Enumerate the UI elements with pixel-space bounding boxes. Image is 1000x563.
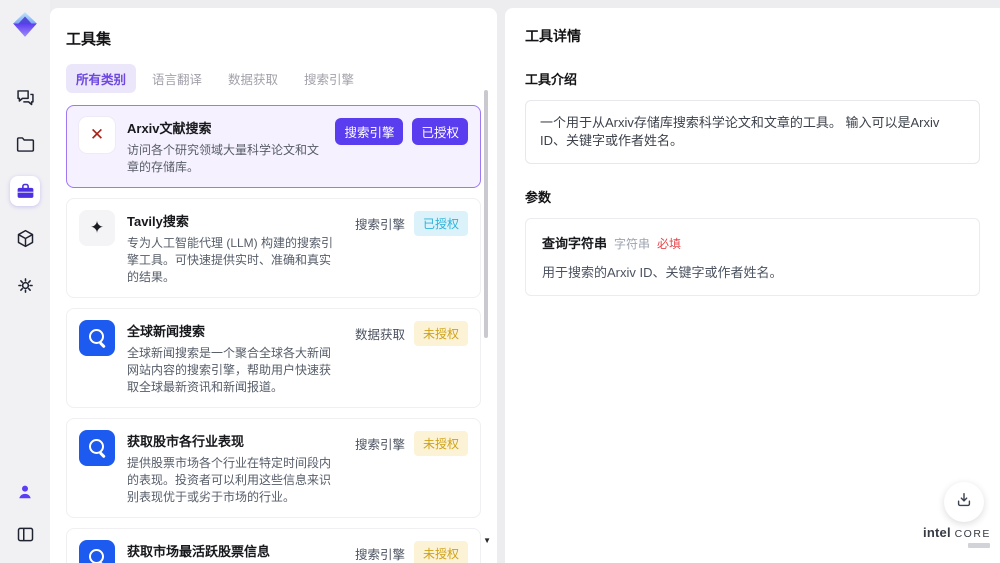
app-logo[interactable] <box>11 10 39 38</box>
chat-icon <box>15 87 36 108</box>
tool-name: 获取股市各行业表现 <box>127 434 245 449</box>
category-tab[interactable]: 数据获取 <box>218 64 288 93</box>
auth-badge: 未授权 <box>413 321 468 346</box>
tool-card[interactable]: 获取股市各行业表现 提供股票市场各个行业在特定时间段内的表现。投资者可以利用这些… <box>66 418 481 518</box>
tool-main: 获取市场最活跃股票信息 提供当天交易量最高的股票列表，投资者可以利用这些信息来识… <box>127 540 343 563</box>
tool-main: Arxiv文献搜索 访问各个研究领域大量科学论文和文章的存储库。 <box>127 117 323 176</box>
tool-badges: 搜索引擎 已授权 <box>335 117 468 145</box>
user-icon <box>15 482 35 502</box>
sidebar-item-profile[interactable] <box>10 477 40 507</box>
scroll-down-icon[interactable]: ▼ <box>483 536 491 545</box>
sidebar-item-settings[interactable] <box>10 270 40 300</box>
page-title: 工具集 <box>66 31 112 48</box>
tool-main: 获取股市各行业表现 提供股票市场各个行业在特定时间段内的表现。投资者可以利用这些… <box>127 430 343 506</box>
tool-icon <box>79 320 115 356</box>
sidebar-item-tools[interactable] <box>10 176 40 206</box>
auth-badge: 已授权 <box>412 118 468 145</box>
params-heading: 参数 <box>525 190 552 205</box>
sidebar-item-chat[interactable] <box>10 82 40 112</box>
tool-description: 全球新闻搜索是一个聚合全球各大新闻网站内容的搜索引擎，帮助用户快速获取全球最新资… <box>127 346 332 394</box>
sidebar-item-packages[interactable] <box>10 223 40 253</box>
auth-badge: 已授权 <box>413 211 468 236</box>
category-badge: 搜索引擎 <box>354 438 405 452</box>
tool-name: 获取市场最活跃股票信息 <box>127 544 271 559</box>
tool-name: Tavily搜索 <box>127 214 189 229</box>
category-tabs: 所有类别 语言翻译 数据获取 搜索引擎 <box>66 64 481 93</box>
tool-description: 访问各个研究领域大量科学论文和文章的存储库。 <box>127 143 320 174</box>
intro-box: 一个用于从Arxiv存储库搜索科学论文和文章的工具。 输入可以是Arxiv ID… <box>525 100 980 164</box>
brand-subtext-bar <box>968 543 990 548</box>
sidebar-item-files[interactable] <box>10 129 40 159</box>
param-head: 查询字符串 字符串 必填 <box>542 233 963 252</box>
sidebar <box>0 0 50 563</box>
intel-core-logo: intel CORE <box>922 525 992 548</box>
download-icon <box>954 490 974 515</box>
tool-name: 全球新闻搜索 <box>127 324 206 339</box>
category-tab[interactable]: 所有类别 <box>66 64 137 93</box>
tool-icon <box>79 117 115 153</box>
tool-card[interactable]: 全球新闻搜索 全球新闻搜索是一个聚合全球各大新闻网站内容的搜索引擎，帮助用户快速… <box>66 308 481 408</box>
param-required-badge: 必填 <box>657 237 682 251</box>
category-badge: 数据获取 <box>354 328 405 342</box>
cube-icon <box>15 228 36 249</box>
auth-badge: 未授权 <box>413 431 468 456</box>
tool-badges: 搜索引擎 已授权 <box>355 210 468 236</box>
tool-badges: 数据获取 未授权 <box>355 320 468 346</box>
tool-main: 全球新闻搜索 全球新闻搜索是一个聚合全球各大新闻网站内容的搜索引擎，帮助用户快速… <box>127 320 343 396</box>
category-tab[interactable]: 搜索引擎 <box>294 64 364 93</box>
tool-card[interactable]: Arxiv文献搜索 访问各个研究领域大量科学论文和文章的存储库。 搜索引擎 已授… <box>66 105 481 188</box>
tool-description: 提供股票市场各个行业在特定时间段内的表现。投资者可以利用这些信息来识别表现优于或… <box>127 456 332 504</box>
tool-card[interactable]: Tavily搜索 专为人工智能代理 (LLM) 构建的搜索引擎工具。可快速提供实… <box>66 198 481 298</box>
scrollbar-thumb[interactable] <box>484 90 488 338</box>
tool-main: Tavily搜索 专为人工智能代理 (LLM) 构建的搜索引擎工具。可快速提供实… <box>127 210 343 286</box>
tool-badges: 搜索引擎 未授权 <box>355 430 468 456</box>
tool-badges: 搜索引擎 未授权 <box>355 540 468 563</box>
param-name: 查询字符串 <box>542 236 608 251</box>
tool-card[interactable]: 获取市场最活跃股票信息 提供当天交易量最高的股票列表，投资者可以利用这些信息来识… <box>66 528 481 563</box>
download-button[interactable] <box>944 482 984 522</box>
sidebar-item-collapse[interactable] <box>10 519 40 549</box>
tools-panel: 工具集 所有类别 语言翻译 数据获取 搜索引擎 Arxiv文献搜索 访问各个研究… <box>50 8 497 563</box>
brand-intel: intel <box>923 525 951 540</box>
intro-heading: 工具介绍 <box>525 72 578 87</box>
brand-product: CORE <box>954 528 991 540</box>
tool-description: 专为人工智能代理 (LLM) 构建的搜索引擎工具。可快速提供实时、准确和真实的结… <box>127 236 334 284</box>
tool-icon <box>79 430 115 466</box>
gear-icon <box>15 275 36 296</box>
param-description: 用于搜索的Arxiv ID、关键字或作者姓名。 <box>542 265 783 280</box>
category-badge: 搜索引擎 <box>354 548 405 562</box>
folder-icon <box>15 134 36 155</box>
tool-list: Arxiv文献搜索 访问各个研究领域大量科学论文和文章的存储库。 搜索引擎 已授… <box>66 105 481 563</box>
tool-icon <box>79 210 115 246</box>
tool-name: Arxiv文献搜索 <box>127 121 212 136</box>
auth-badge: 未授权 <box>413 541 468 563</box>
briefcase-icon <box>15 181 36 202</box>
category-tab[interactable]: 语言翻译 <box>142 64 212 93</box>
param-type: 字符串 <box>614 237 651 251</box>
tool-icon <box>79 540 115 563</box>
category-badge: 搜索引擎 <box>335 118 404 145</box>
category-badge: 搜索引擎 <box>354 218 405 232</box>
details-title: 工具详情 <box>525 28 581 44</box>
tool-details-panel: 工具详情 工具介绍 一个用于从Arxiv存储库搜索科学论文和文章的工具。 输入可… <box>505 8 1000 563</box>
panel-icon <box>15 524 36 545</box>
param-card: 查询字符串 字符串 必填 用于搜索的Arxiv ID、关键字或作者姓名。 <box>525 218 980 296</box>
